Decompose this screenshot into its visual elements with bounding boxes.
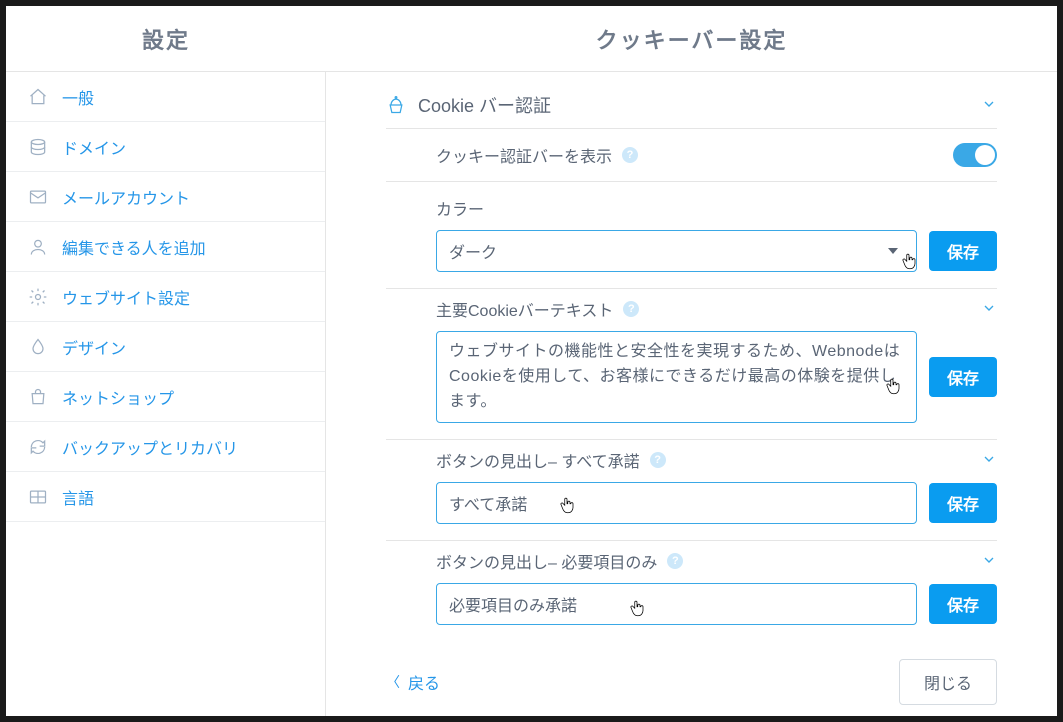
select-color-value: ダーク [449,239,497,263]
home-icon [28,87,48,107]
caret-down-icon [888,248,898,254]
label-main-text: 主要Cookieバーテキスト [436,297,613,321]
row-show-cookie-bar: クッキー認証バーを表示 ? [386,129,997,182]
grid-icon [28,487,48,507]
sidebar-item-general[interactable]: 一般 [6,72,325,122]
label-color: カラー [436,196,484,220]
gear-icon [28,287,48,307]
save-button-color[interactable]: 保存 [929,231,997,271]
sidebar-item-design[interactable]: デザイン [6,322,325,372]
help-icon[interactable]: ? [667,553,683,569]
label-show-cookie-bar: クッキー認証バーを表示 [436,143,612,167]
chevron-down-icon [981,96,997,115]
sidebar-item-label: 編集できる人を追加 [62,235,206,259]
bag-icon [28,387,48,407]
sidebar-title: 設定 [6,6,326,71]
textarea-main-text[interactable]: ウェブサイトの機能性と安全性を実現するため、WebnodeはCookieを使用し… [436,331,917,423]
sidebar-item-label: バックアップとリカバリ [62,435,238,459]
settings-modal: 設定 クッキーバー設定 一般 ドメイン メールアカウント [6,6,1057,716]
label-btn-essential: ボタンの見出し– 必要項目のみ [436,549,657,573]
chevron-down-icon[interactable] [981,300,997,319]
sidebar-item-label: 言語 [62,485,94,509]
input-btn-essential[interactable]: 必要項目のみ承諾 [436,583,917,625]
textarea-main-text-value: ウェブサイトの機能性と安全性を実現するため、WebnodeはCookieを使用し… [449,340,904,414]
input-btn-essential-value: 必要項目のみ承諾 [449,592,577,616]
main-content: Cookie バー認証 クッキー認証バーを表示 ? カラー [326,72,1057,716]
sidebar-item-label: 一般 [62,85,94,109]
input-btn-accept-all[interactable]: すべて承諾 [436,482,917,524]
toggle-show-cookie-bar[interactable] [953,143,997,167]
chevron-down-icon[interactable] [981,451,997,470]
back-link[interactable]: 〈 戻る [386,670,440,694]
help-icon[interactable]: ? [650,452,666,468]
drop-icon [28,337,48,357]
sidebar-item-domain[interactable]: ドメイン [6,122,325,172]
block-main-text: 主要Cookieバーテキスト ? ウェブサイトの機能性と安全性を実現するため、W… [386,289,997,440]
chevron-left-icon: 〈 [386,672,400,692]
cupcake-icon [386,95,406,115]
back-link-label: 戻る [408,670,440,694]
sidebar-item-label: ネットショップ [62,385,174,409]
block-btn-essential: ボタンの見出し– 必要項目のみ ? 必要項目のみ承諾 保存 [386,541,997,641]
refresh-icon [28,437,48,457]
sidebar-item-mail[interactable]: メールアカウント [6,172,325,222]
sidebar-item-label: ウェブサイト設定 [62,285,190,309]
sidebar-item-label: デザイン [62,335,126,359]
select-color[interactable]: ダーク [436,230,917,272]
sidebar-item-shop[interactable]: ネットショップ [6,372,325,422]
database-icon [28,137,48,157]
section-cookie-bar-auth[interactable]: Cookie バー認証 [386,82,997,129]
sidebar-item-website-settings[interactable]: ウェブサイト設定 [6,272,325,322]
sidebar-item-label: ドメイン [62,135,126,159]
label-btn-accept-all: ボタンの見出し– すべて承諾 [436,448,640,472]
mail-icon [28,187,48,207]
modal-footer: 〈 戻る 閉じる [326,641,1057,716]
help-icon[interactable]: ? [623,301,639,317]
user-icon [28,237,48,257]
sidebar-nav: 一般 ドメイン メールアカウント 編集できる人を追加 [6,72,326,716]
page-title: クッキーバー設定 [326,6,1057,71]
save-button-essential[interactable]: 保存 [929,584,997,624]
block-color: カラー ダーク 保存 [386,182,997,289]
sidebar-item-language[interactable]: 言語 [6,472,325,522]
modal-header: 設定 クッキーバー設定 [6,6,1057,72]
save-button-accept-all[interactable]: 保存 [929,483,997,523]
block-btn-accept-all: ボタンの見出し– すべて承諾 ? すべて承諾 保存 [386,440,997,541]
section-title: Cookie バー認証 [418,92,969,118]
sidebar-item-label: メールアカウント [62,185,190,209]
close-button[interactable]: 閉じる [899,659,997,705]
input-btn-accept-all-value: すべて承諾 [449,491,527,515]
help-icon[interactable]: ? [622,147,638,163]
save-button-main-text[interactable]: 保存 [929,357,997,397]
chevron-down-icon[interactable] [981,552,997,571]
modal-body: 一般 ドメイン メールアカウント 編集できる人を追加 [6,72,1057,716]
sidebar-item-backup[interactable]: バックアップとリカバリ [6,422,325,472]
sidebar-item-contributors[interactable]: 編集できる人を追加 [6,222,325,272]
